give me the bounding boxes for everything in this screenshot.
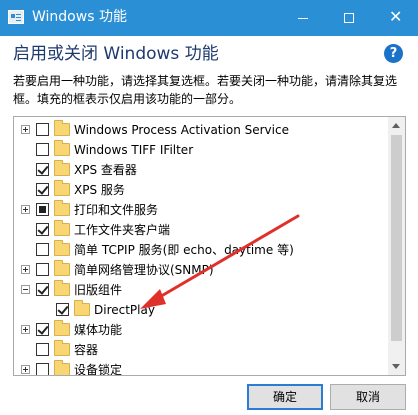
feature-label: 简单 TCPIP 服务(即 echo、daytime 等): [74, 243, 294, 257]
expand-icon[interactable]: [21, 325, 30, 334]
window-title: Windows 功能: [32, 9, 127, 25]
cancel-button[interactable]: 取消: [330, 384, 406, 410]
expand-icon[interactable]: [21, 265, 30, 274]
folder-icon: [54, 180, 70, 196]
feature-row[interactable]: 工作文件夹客户端: [14, 220, 389, 240]
vertical-scrollbar[interactable]: [388, 117, 405, 375]
help-icon[interactable]: ?: [384, 44, 403, 63]
feature-label: 旧版组件: [74, 283, 123, 297]
feature-label: 设备锁定: [74, 363, 123, 376]
collapse-icon[interactable]: [21, 285, 30, 294]
dialog-heading: 启用或关闭 Windows 功能: [13, 44, 219, 64]
feature-checkbox[interactable]: [36, 223, 49, 236]
feature-row[interactable]: 设备锁定: [14, 360, 389, 376]
folder-icon: [54, 280, 70, 296]
dialog-description: 若要启用一种功能，请选择其复选框。若要关闭一种功能，请清除其复选 框。填充的框表…: [13, 72, 408, 108]
features-tree[interactable]: Windows Process Activation Service Window…: [13, 116, 406, 376]
feature-label: Windows TIFF IFilter: [74, 143, 194, 157]
minimize-icon: [298, 18, 308, 19]
expand-icon[interactable]: [21, 205, 30, 214]
maximize-icon: [344, 13, 354, 23]
folder-icon: [54, 360, 70, 375]
feature-row[interactable]: Windows Process Activation Service: [14, 120, 389, 140]
feature-label: XPS 服务: [74, 183, 125, 197]
feature-checkbox[interactable]: [36, 183, 49, 196]
feature-row[interactable]: 打印和文件服务: [14, 200, 389, 220]
feature-label: DirectPlay: [94, 303, 155, 317]
feature-row[interactable]: 媒体功能: [14, 320, 389, 340]
feature-checkbox[interactable]: [36, 323, 49, 336]
folder-icon: [54, 200, 70, 216]
minimize-button[interactable]: [280, 0, 326, 36]
folder-icon: [54, 320, 70, 336]
expand-icon[interactable]: [21, 125, 30, 134]
feature-row[interactable]: XPS 服务: [14, 180, 389, 200]
folder-icon: [74, 300, 90, 316]
maximize-button[interactable]: [326, 0, 372, 36]
feature-label: 媒体功能: [74, 323, 123, 337]
feature-row[interactable]: XPS 查看器: [14, 160, 389, 180]
description-line: 若要启用一种功能，请选择其复选框。若要关闭一种功能，请清除其复选: [13, 74, 398, 88]
feature-row[interactable]: Windows TIFF IFilter: [14, 140, 389, 160]
feature-label: 简单网络管理协议(SNMP): [74, 263, 214, 277]
feature-checkbox[interactable]: [36, 143, 49, 156]
close-icon: ✕: [389, 7, 403, 26]
folder-icon: [54, 120, 70, 136]
feature-checkbox[interactable]: [36, 363, 49, 375]
scroll-down-arrow-icon[interactable]: [388, 358, 405, 375]
feature-checkbox[interactable]: [36, 243, 49, 256]
feature-checkbox[interactable]: [36, 283, 49, 296]
scrollbar-thumb[interactable]: [391, 135, 402, 341]
window-app-icon: [8, 10, 24, 24]
feature-checkbox[interactable]: [36, 263, 49, 276]
feature-label: 工作文件夹客户端: [74, 223, 171, 237]
feature-row[interactable]: 简单 TCPIP 服务(即 echo、daytime 等): [14, 240, 389, 260]
feature-row[interactable]: 旧版组件: [14, 280, 389, 300]
feature-checkbox[interactable]: [36, 163, 49, 176]
expand-icon[interactable]: [21, 365, 30, 374]
folder-icon: [54, 220, 70, 236]
close-button[interactable]: ✕: [372, 0, 418, 36]
ok-button[interactable]: 确定: [247, 384, 323, 410]
feature-label: 容器: [74, 343, 99, 357]
feature-checkbox[interactable]: [36, 123, 49, 136]
feature-row[interactable]: DirectPlay: [14, 300, 389, 320]
folder-icon: [54, 340, 70, 356]
feature-row[interactable]: 简单网络管理协议(SNMP): [14, 260, 389, 280]
feature-checkbox[interactable]: [56, 303, 69, 316]
folder-icon: [54, 240, 70, 256]
folder-icon: [54, 160, 70, 176]
feature-label: XPS 查看器: [74, 163, 137, 177]
feature-label: 打印和文件服务: [74, 203, 159, 217]
folder-icon: [54, 260, 70, 276]
feature-label: Windows Process Activation Service: [74, 123, 289, 137]
folder-icon: [54, 140, 70, 156]
scroll-up-arrow-icon[interactable]: [388, 117, 405, 134]
feature-row[interactable]: 容器: [14, 340, 389, 360]
title-bar: Windows 功能 ✕: [0, 0, 418, 36]
feature-checkbox[interactable]: [36, 343, 49, 356]
feature-checkbox[interactable]: [36, 203, 49, 216]
description-line: 框。填充的框表示仅启用该功能的一部分。: [13, 92, 242, 106]
